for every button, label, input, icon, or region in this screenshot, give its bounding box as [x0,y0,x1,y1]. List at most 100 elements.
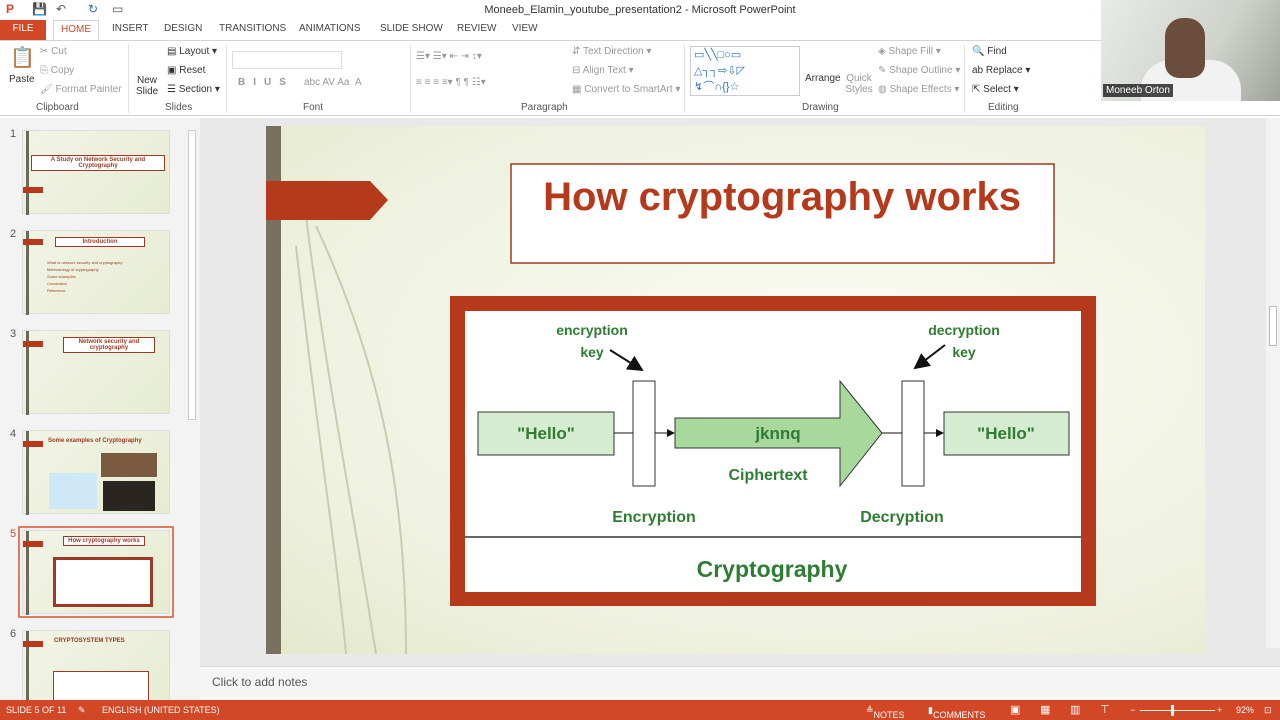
reading-view-icon[interactable]: ▥ [1070,703,1080,716]
replace-button[interactable]: ab Replace ▾ [972,65,1030,76]
slide-thumbnail-3[interactable]: Network security and cryptography [22,330,170,415]
paste-icon[interactable]: 📋 [10,45,35,70]
scroll-thumb[interactable] [1269,306,1277,346]
tab-design[interactable]: DESIGN [164,23,202,34]
shapes-gallery[interactable]: ▭╲╲□○▭ △┐┐⇨⇩◸ ↯⌒∩{}☆ [690,46,800,96]
scroll-thumb[interactable] [188,130,196,420]
zoom-level[interactable]: 92% [1236,705,1254,715]
tab-slide-show[interactable]: SLIDE SHOW [380,23,443,34]
zoom-out-button[interactable]: − [1130,705,1135,715]
decryption-key-label: decryption [928,322,1000,338]
fit-to-window-icon[interactable]: ⊡ [1264,705,1272,716]
current-slide[interactable]: How cryptography works "Hello" "Hello" e… [266,126,1205,654]
tab-view[interactable]: VIEW [512,23,538,34]
thumb-flag [23,441,43,447]
shape-effects-button[interactable]: ◍ Shape Effects ▾ [878,84,959,95]
thumb-image [49,473,97,509]
tab-file[interactable]: FILE [0,20,46,40]
cryptography-diagram[interactable]: "Hello" "Hello" encryption key decryptio… [450,296,1096,606]
comments-label: COMMENTS [932,710,986,720]
thumbnail-number: 1 [10,128,17,140]
tab-review[interactable]: REVIEW [457,23,496,34]
tab-home[interactable]: HOME [53,20,99,41]
font-more-buttons[interactable]: abc AV Aa A [304,77,362,88]
paragraph-group-label: Paragraph [521,102,568,113]
bold-button[interactable]: B [238,77,253,88]
slide-thumbnail-1[interactable]: A Study on Network Security and Cryptogr… [22,130,170,215]
smartart-label: Convert to SmartArt [584,84,673,95]
spacing-button[interactable]: AV [322,77,335,88]
thumb-image [103,481,155,511]
select-button[interactable]: ⇱ Select ▾ [972,84,1019,95]
shape-fill-label: Shape Fill [888,46,933,57]
notes-label: NOTES [873,710,905,720]
divider [128,45,129,113]
thumbnail-title: CRYPTOSYSTEM TYPES [54,638,125,644]
text-direction-button[interactable]: ⇵ Text Direction ▾ [572,46,651,57]
copy-label: Copy [50,65,75,76]
thumbnail-scrollbar[interactable] [186,118,198,700]
align-text-button[interactable]: ⊟ Align Text ▾ [572,65,634,76]
tab-transitions[interactable]: TRANSITIONS [219,23,286,34]
italic-button[interactable]: I [253,77,264,88]
arrange-button[interactable]: Arrange [805,73,841,84]
format-painter-button[interactable]: 🖌 Format Painter [40,84,122,95]
zoom-slider-thumb[interactable] [1171,705,1174,716]
font-format-buttons[interactable]: BIUS [238,77,294,88]
notes-button[interactable]: ≙ NOTES [866,705,905,720]
change-case-button[interactable]: Aa [337,77,349,88]
decryption-label: Decryption [860,509,944,526]
normal-view-icon[interactable]: ▣ [1010,703,1020,716]
notes-pane[interactable]: Click to add notes [200,666,1280,698]
tab-animations[interactable]: ANIMATIONS [299,23,360,34]
language-indicator[interactable]: ENGLISH (UNITED STATES) [102,705,220,715]
comments-button[interactable]: ▮ COMMENTS [928,705,985,720]
select-label: Select [983,84,1011,95]
strikethrough-button[interactable]: abc [304,77,320,88]
copy-button[interactable]: ⎘ Copy [40,65,74,76]
thumbnail-number: 2 [10,228,17,240]
slide-thumbnail-5[interactable]: How cryptography works [18,526,174,618]
convert-smartart-button[interactable]: ▦ Convert to SmartArt ▾ [572,84,680,95]
thumbnail-number: 3 [10,328,17,340]
webcam-name: Moneeb Orton [1103,84,1173,97]
notes-placeholder[interactable]: Click to add notes [212,675,307,689]
thumb-flag [23,341,43,347]
spelling-icon[interactable]: ✎ [78,705,86,716]
zoom-in-button[interactable]: + [1217,705,1222,715]
quick-styles-button[interactable]: Quick Styles [844,73,874,95]
find-button[interactable]: 🔍 Find [972,46,1007,57]
reset-button[interactable]: ▣ Reset [167,65,205,76]
slide-sorter-icon[interactable]: ▦ [1040,703,1050,716]
section-button[interactable]: ☰ Section ▾ [167,84,220,95]
layout-button[interactable]: ▤ Layout ▾ [167,46,217,57]
bullet: Reference [47,288,66,293]
tab-insert[interactable]: INSERT [112,23,149,34]
cut-button[interactable]: ✂ Cut [40,46,67,57]
ribbon: 📋 Paste ✂ Cut ⎘ Copy 🖌 Format Painter Cl… [0,40,1280,116]
shadow-button[interactable]: S [279,77,294,88]
shape-outline-label: Shape Outline [889,65,953,76]
divider [226,45,227,113]
ciphertext-label: Ciphertext [728,467,808,484]
bullet: Conclusion [47,281,67,286]
slide-thumbnail-4[interactable]: Some examples of Cryptography [22,430,170,515]
font-name-select[interactable] [232,51,342,69]
ciphertext-value: jknnq [754,424,800,443]
bullet: What is network security and cryptograph… [47,260,123,265]
underline-button[interactable]: U [264,77,279,88]
slide-thumbnail-2[interactable]: Introduction What is network security an… [22,230,170,315]
shape-outline-button[interactable]: ✎ Shape Outline ▾ [878,65,960,76]
new-slide-button[interactable]: New Slide [136,75,158,97]
encryption-block [632,380,656,487]
list-buttons[interactable]: ☰▾ ☰▾ ⇤ ⇥ ↕▾ [416,51,482,62]
align-buttons[interactable]: ≡ ≡ ≡ ≡▾ ¶ ¶ ☷▾ [416,77,486,88]
zoom-slider[interactable] [1140,705,1215,716]
divider [410,45,411,113]
slide-scrollbar[interactable] [1266,118,1280,648]
font-color-button[interactable]: A [355,77,362,88]
shape-fill-button[interactable]: ◈ Shape Fill ▾ [878,46,941,57]
paste-button[interactable]: Paste [9,74,35,85]
slideshow-view-icon[interactable]: ⊤ [1100,703,1110,716]
ribbon-tabs: FILE HOME INSERT DESIGN TRANSITIONS ANIM… [0,20,1280,41]
